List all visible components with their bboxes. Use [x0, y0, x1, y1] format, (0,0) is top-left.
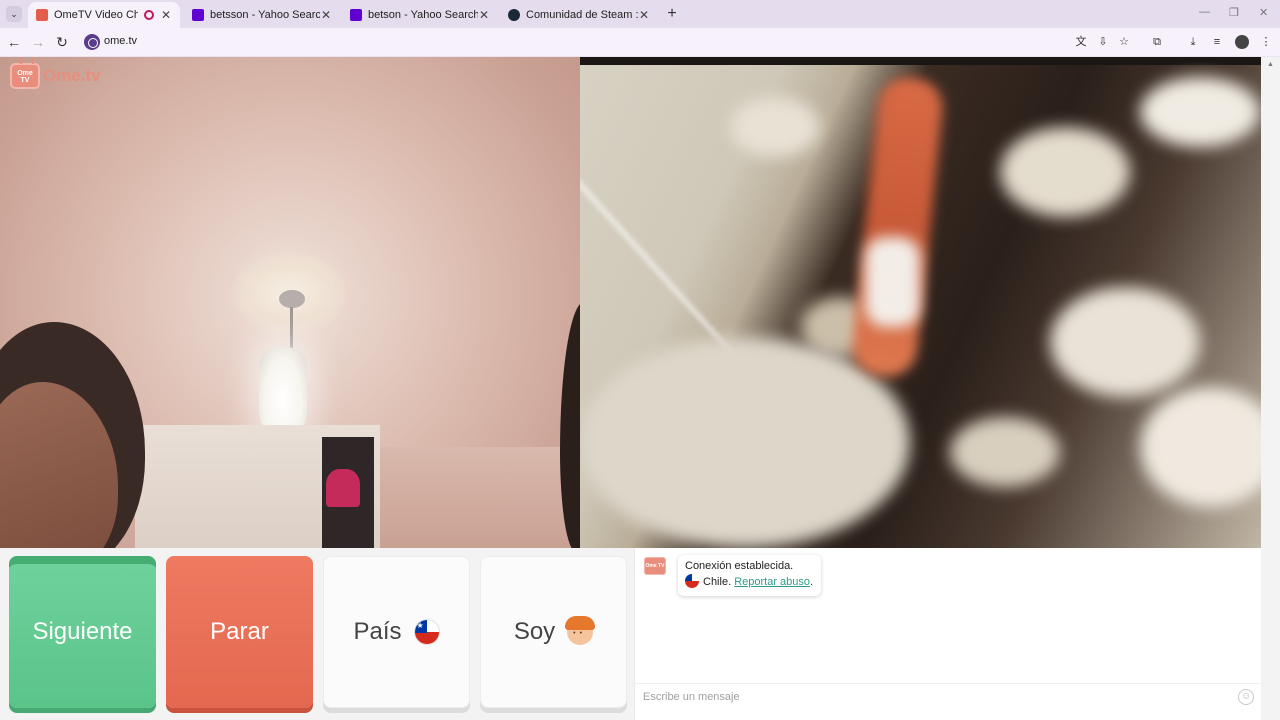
recording-indicator-icon [144, 10, 154, 20]
boy-emoji-icon [565, 616, 596, 645]
tab-title: OmeTV Video Chat — Ome [54, 9, 138, 21]
lamp-cord [290, 307, 293, 352]
ometv-page: Ome TV Ome.tv Siguiente Parar País Soy [0, 57, 1280, 720]
translate-icon[interactable]: 文 [1074, 35, 1088, 49]
logo-text: Ome.tv [43, 66, 101, 85]
blur-blob [950, 417, 1060, 487]
report-abuse-link[interactable]: Reportar abuso [734, 576, 810, 588]
period-text: . [810, 576, 814, 588]
closet-item [326, 469, 360, 507]
blur-blob [580, 337, 910, 548]
yahoo-favicon-icon [192, 9, 204, 21]
steam-favicon-icon [508, 9, 520, 21]
country-button-label: País [353, 618, 402, 645]
window-close-icon[interactable]: ✕ [1259, 6, 1268, 19]
browser-toolbar: ← → ↻ ome.tv 文 ⇩ ☆ ⧉ ⤓ ≡ ⋮ [0, 28, 1280, 56]
gender-button[interactable]: Soy [480, 556, 627, 708]
tab-close-icon[interactable]: ✕ [638, 8, 650, 22]
partner-country: Chile. [703, 576, 732, 588]
site-info-icon[interactable] [84, 34, 100, 50]
forward-arrow-icon[interactable]: → [30, 34, 46, 50]
tab-steam[interactable]: Comunidad de Steam :: João ✕ [500, 2, 658, 28]
minimize-icon[interactable]: — [1199, 6, 1210, 18]
blur-blob [1140, 77, 1260, 147]
wall [380, 447, 580, 548]
tab-close-icon[interactable]: ✕ [320, 8, 332, 22]
next-button[interactable]: Siguiente [9, 556, 156, 708]
connection-status: Conexión establecida. [685, 560, 794, 572]
person-hair-edge [560, 302, 580, 548]
message-input[interactable] [643, 688, 1223, 706]
tv-logo-icon: Ome TV [10, 63, 40, 89]
back-arrow-icon[interactable]: ← [6, 34, 22, 50]
tab-title: Comunidad de Steam :: João [526, 9, 638, 21]
reload-icon[interactable]: ↻ [54, 34, 70, 51]
tab-title: betsson - Yahoo Search Tus resu [210, 9, 320, 21]
partner-country-line: Chile. Reportar abuso. [685, 574, 813, 590]
emoji-smiley-icon[interactable]: ☺ [1238, 689, 1254, 705]
tab-search-chevron-icon[interactable]: ⌄ [6, 6, 22, 22]
yahoo-favicon-icon [350, 9, 362, 21]
media-controls-icon[interactable]: ≡ [1210, 35, 1224, 49]
install-app-icon[interactable]: ⇩ [1096, 35, 1110, 49]
tab-ometv[interactable]: OmeTV Video Chat — Ome ✕ [28, 2, 180, 28]
stop-button[interactable]: Parar [166, 556, 313, 708]
chat-panel: Ome TV Conexión establecida. Chile. Repo… [634, 548, 1261, 720]
tab-yahoo-betsson[interactable]: betsson - Yahoo Search Tus resu ✕ [184, 2, 340, 28]
control-panel: Siguiente Parar País Soy [0, 548, 634, 720]
extensions-puzzle-icon[interactable]: ⧉ [1150, 35, 1164, 49]
local-video: Ome TV Ome.tv [0, 57, 580, 548]
remote-video [580, 57, 1280, 548]
address-bar[interactable]: ome.tv [80, 31, 1100, 53]
url-text: ome.tv [104, 35, 138, 47]
lamp-bulb [259, 347, 307, 437]
message-input-bar: ☺ [635, 683, 1261, 709]
tab-title: betson - Yahoo Search Tus resu [368, 9, 478, 21]
blur-blob [1000, 127, 1130, 217]
stop-button-label: Parar [210, 618, 269, 645]
blur-blob [730, 97, 820, 157]
ometv-chat-logo-icon: Ome TV [644, 557, 666, 575]
country-button[interactable]: País [323, 556, 470, 708]
gender-button-label: Soy [513, 618, 556, 645]
new-tab-button[interactable]: + [664, 5, 680, 23]
video-top-border [580, 57, 1280, 65]
blur-blob [1050, 287, 1200, 397]
scroll-up-arrow-icon[interactable]: ▲ [1267, 61, 1274, 68]
tab-close-icon[interactable]: ✕ [160, 8, 172, 22]
blur-orange-object [849, 74, 946, 380]
blur-light [865, 237, 920, 327]
tab-strip: ⌄ OmeTV Video Chat — Ome ✕ betsson - Yah… [0, 0, 1280, 28]
ometv-favicon-icon [36, 9, 48, 21]
tab-yahoo-betson[interactable]: betson - Yahoo Search Tus resu ✕ [342, 2, 498, 28]
bookmark-star-icon[interactable]: ☆ [1117, 35, 1131, 49]
ceiling-lamp-base [279, 290, 305, 308]
next-button-label: Siguiente [32, 618, 133, 645]
maximize-icon[interactable]: ❐ [1229, 6, 1239, 19]
chile-flag-icon [413, 619, 440, 645]
chile-flag-icon [685, 574, 699, 588]
profile-avatar-icon[interactable] [1235, 35, 1249, 49]
system-message: Conexión establecida. Chile. Reportar ab… [678, 555, 822, 596]
blur-blob [1140, 387, 1280, 507]
page-scrollbar[interactable]: ▲ [1261, 57, 1280, 720]
tab-close-icon[interactable]: ✕ [478, 8, 490, 22]
browser-menu-icon[interactable]: ⋮ [1259, 35, 1273, 49]
downloads-icon[interactable]: ⤓ [1186, 35, 1200, 49]
ometv-logo[interactable]: Ome TV Ome.tv [10, 63, 101, 89]
logo-badge-text: Ome TV [17, 70, 33, 84]
